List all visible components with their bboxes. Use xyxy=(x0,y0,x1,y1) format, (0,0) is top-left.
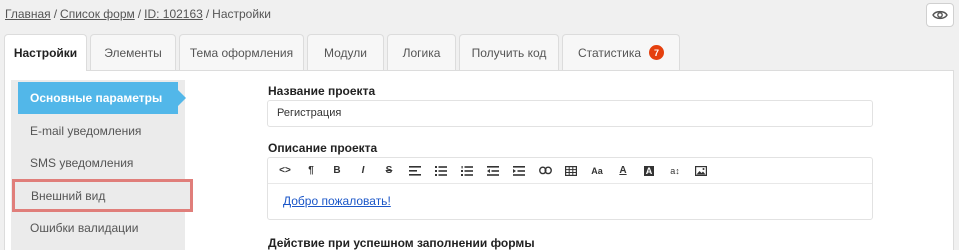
background-color-icon: A xyxy=(643,165,655,176)
paragraph-button[interactable]: ¶ xyxy=(298,161,324,181)
sidebar-item-label: E-mail уведомления xyxy=(30,124,142,138)
italic-button[interactable]: I xyxy=(350,161,376,181)
numbered-list-button[interactable] xyxy=(454,161,480,181)
code-icon: <> xyxy=(279,165,291,176)
breadcrumb-separator: / xyxy=(53,7,58,21)
tab-label: Тема оформления xyxy=(189,45,294,60)
tab-label: Элементы xyxy=(104,45,162,60)
font-size-icon: Aa xyxy=(591,165,603,176)
sidebar-item-appearance[interactable]: Внешний вид xyxy=(12,179,193,212)
tab-modules[interactable]: Модули xyxy=(307,34,384,70)
sidebar-item-sms-notifications[interactable]: SMS уведомления xyxy=(18,147,178,179)
indent-button[interactable] xyxy=(506,161,532,181)
description-label: Описание проекта xyxy=(268,141,378,155)
sidebar-item-label: Внешний вид xyxy=(31,188,106,203)
tab-get-code[interactable]: Получить код xyxy=(459,34,559,70)
align-left-button[interactable] xyxy=(402,161,428,181)
bold-icon: B xyxy=(333,165,341,176)
breadcrumb-separator: / xyxy=(137,7,142,21)
italic-icon: I xyxy=(361,165,365,176)
breadcrumb-forms-link[interactable]: Список форм xyxy=(60,7,135,21)
tab-label: Настройки xyxy=(13,46,78,60)
font-size-button[interactable]: Aa xyxy=(584,161,610,181)
sidebar-item-main-params[interactable]: Основные параметры xyxy=(18,82,186,114)
breadcrumb-current: Настройки xyxy=(212,7,272,21)
breadcrumb-home-link[interactable]: Главная xyxy=(5,7,51,21)
tab-logic[interactable]: Логика xyxy=(387,34,456,70)
text-color-button[interactable]: A xyxy=(610,161,636,181)
outdent-icon xyxy=(487,165,499,176)
description-editor: <> ¶ B I S Aa A A a↕ Добро пожаловать! xyxy=(267,157,873,220)
breadcrumb-id-link[interactable]: ID: 102163 xyxy=(144,7,203,21)
eye-icon xyxy=(932,10,948,20)
image-icon xyxy=(695,165,707,176)
editor-toolbar: <> ¶ B I S Aa A A a↕ xyxy=(268,158,872,184)
table-icon xyxy=(565,165,577,176)
breadcrumb-separator: / xyxy=(205,7,210,21)
tab-theme[interactable]: Тема оформления xyxy=(179,34,304,70)
breadcrumb: Главная / Список форм / ID: 102163/Настройки xyxy=(5,7,271,21)
numbered-list-icon xyxy=(461,165,473,176)
image-button[interactable] xyxy=(688,161,714,181)
link-icon xyxy=(538,166,552,175)
indent-icon xyxy=(513,165,525,176)
strikethrough-button[interactable]: S xyxy=(376,161,402,181)
bullet-list-button[interactable] xyxy=(428,161,454,181)
sidebar-item-email-notifications[interactable]: E-mail уведомления xyxy=(18,115,178,147)
description-link[interactable]: Добро пожаловать! xyxy=(283,194,391,208)
background-color-button[interactable]: A xyxy=(636,161,662,181)
preview-button[interactable] xyxy=(926,3,954,27)
statistics-badge: 7 xyxy=(649,45,665,60)
settings-sidebar: Основные параметры E-mail уведомления SM… xyxy=(11,80,193,250)
tab-label: Получить код xyxy=(471,45,547,60)
sidebar-item-label: SMS уведомления xyxy=(30,156,134,170)
paragraph-icon: ¶ xyxy=(308,165,314,176)
sidebar-item-label: Основные параметры xyxy=(30,91,163,105)
tab-label: Логика xyxy=(402,45,441,60)
tab-bar: Настройки Элементы Тема оформления Модул… xyxy=(4,34,683,71)
line-height-icon: a↕ xyxy=(670,165,680,176)
align-left-icon xyxy=(409,165,421,176)
bullet-list-icon xyxy=(435,165,447,176)
tab-label: Статистика xyxy=(577,45,642,60)
editor-content[interactable]: Добро пожаловать! xyxy=(268,184,872,208)
code-view-button[interactable]: <> xyxy=(272,161,298,181)
table-button[interactable] xyxy=(558,161,584,181)
success-action-label: Действие при успешном заполнении формы xyxy=(268,236,535,250)
line-height-button[interactable]: a↕ xyxy=(662,161,688,181)
strikethrough-icon: S xyxy=(385,165,393,176)
link-button[interactable] xyxy=(532,161,558,181)
outdent-button[interactable] xyxy=(480,161,506,181)
tab-settings[interactable]: Настройки xyxy=(4,34,87,71)
bold-button[interactable]: B xyxy=(324,161,350,181)
project-name-label: Название проекта xyxy=(268,84,376,98)
sidebar-item-validation-errors[interactable]: Ошибки валидации xyxy=(18,212,178,244)
sidebar-item-label: Ошибки валидации xyxy=(30,221,139,235)
text-color-icon: A xyxy=(619,165,627,176)
tab-elements[interactable]: Элементы xyxy=(90,34,176,70)
tab-statistics[interactable]: Статистика 7 xyxy=(562,34,680,70)
tab-label: Модули xyxy=(324,45,367,60)
project-name-input[interactable]: Регистрация xyxy=(267,100,873,127)
